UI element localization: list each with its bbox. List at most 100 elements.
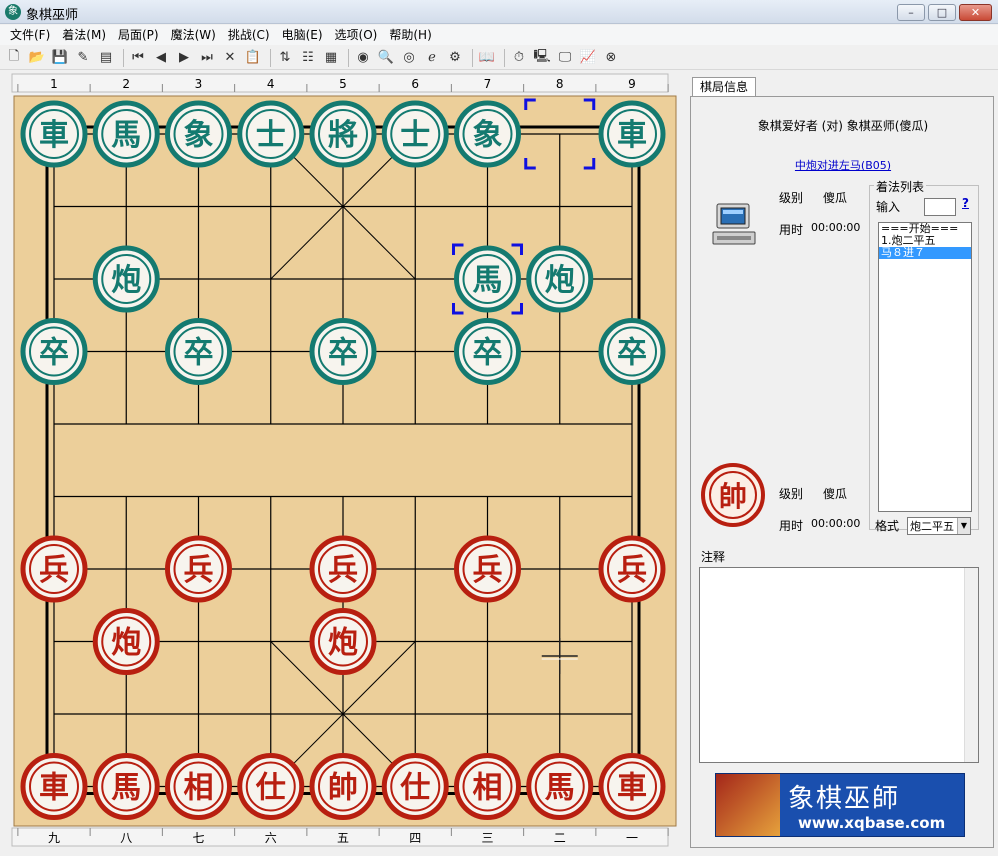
- timer-icon[interactable]: ⏱: [509, 48, 529, 68]
- menu-item-2[interactable]: 局面(P): [112, 25, 165, 45]
- green-piece[interactable]: 卒: [20, 318, 88, 385]
- red-piece[interactable]: 車: [598, 753, 666, 820]
- red-piece[interactable]: 炮: [309, 608, 377, 675]
- piece-char: 兵: [617, 553, 647, 588]
- piece-char: 炮: [545, 263, 575, 298]
- notes-label: 注释: [701, 550, 726, 564]
- opening-link[interactable]: 中炮对进左马(B05): [691, 157, 995, 173]
- menu-item-1[interactable]: 着法(M): [56, 25, 112, 45]
- bottom-file-label: 五: [337, 831, 349, 845]
- green-piece[interactable]: 馬: [92, 100, 160, 168]
- bottom-file-label: 八: [120, 831, 132, 845]
- red-piece[interactable]: 兵: [454, 535, 521, 603]
- top-file-label: 4: [267, 77, 275, 91]
- edit-icon[interactable]: ✎: [73, 48, 93, 68]
- format-select[interactable]: 炮二平五 ▼: [907, 517, 971, 535]
- green-piece[interactable]: 士: [237, 100, 305, 168]
- top-time-label: 用时: [779, 223, 804, 237]
- green-piece[interactable]: 象: [454, 100, 521, 168]
- green-piece[interactable]: 將: [309, 100, 377, 168]
- move-list-item[interactable]: 马８进７: [879, 247, 971, 259]
- green-piece[interactable]: 象: [165, 100, 232, 168]
- green-piece[interactable]: 車: [598, 100, 666, 168]
- moves-list[interactable]: ===开始=== 1.炮二平五 马８进７: [878, 222, 972, 512]
- properties-icon[interactable]: ▤: [96, 48, 116, 68]
- green-piece[interactable]: 卒: [309, 318, 377, 385]
- tab-game-info[interactable]: 棋局信息: [692, 77, 756, 97]
- computer-icon[interactable]: 🖳: [532, 48, 552, 68]
- paste-icon[interactable]: 📋: [243, 48, 263, 68]
- red-piece[interactable]: 兵: [309, 535, 377, 603]
- first-move-icon[interactable]: ⏮: [128, 48, 148, 68]
- close-button[interactable]: ✕: [959, 4, 992, 21]
- open-icon[interactable]: 📂: [27, 48, 47, 68]
- notes-textarea[interactable]: [699, 567, 979, 763]
- browser-icon[interactable]: ℯ: [422, 48, 442, 68]
- top-level-label: 级别: [779, 191, 804, 205]
- chevron-down-icon[interactable]: ▼: [957, 518, 970, 534]
- weibo-icon[interactable]: ◎: [399, 48, 419, 68]
- red-piece[interactable]: 仕: [237, 753, 305, 820]
- next-move-icon[interactable]: ▶: [174, 48, 194, 68]
- flip-board-icon[interactable]: ⇅: [275, 48, 295, 68]
- green-piece[interactable]: 馬: [454, 245, 521, 313]
- red-piece[interactable]: 仕: [381, 753, 449, 820]
- red-piece[interactable]: 兵: [20, 535, 88, 603]
- piece-char: 卒: [473, 336, 503, 371]
- red-piece[interactable]: 車: [20, 753, 88, 820]
- toolbar: 🗋 📂 💾 ✎ ▤ ⏮ ◀ ▶ ⏭ ✕ 📋 ⇅ ☷ ▦ ◉ 🔍 ◎ ℯ ⚙ 📖 ⏱ 🖳 🖵 📈 ⊗: [0, 46, 998, 70]
- settings-icon[interactable]: ⚙: [445, 48, 465, 68]
- menu-item-3[interactable]: 魔法(W): [165, 25, 222, 45]
- book-icon[interactable]: 📖: [477, 48, 497, 68]
- prev-move-icon[interactable]: ◀: [151, 48, 171, 68]
- piece-char: 車: [617, 771, 647, 806]
- colors-icon[interactable]: ◉: [353, 48, 373, 68]
- green-piece[interactable]: 車: [20, 100, 88, 168]
- top-file-label: 6: [411, 77, 419, 91]
- tree-icon[interactable]: ☷: [298, 48, 318, 68]
- notes-scrollbar[interactable]: [964, 568, 978, 762]
- red-piece[interactable]: 相: [454, 753, 521, 820]
- save-icon[interactable]: 💾: [50, 48, 70, 68]
- menu-item-5[interactable]: 电脑(E): [276, 25, 329, 45]
- delete-icon[interactable]: ✕: [220, 48, 240, 68]
- moves-legend: 着法列表: [874, 178, 927, 195]
- menu-item-6[interactable]: 选项(O): [329, 25, 384, 45]
- grid-icon[interactable]: ▦: [321, 48, 341, 68]
- maximize-button[interactable]: □: [928, 4, 956, 21]
- piece-char: 車: [39, 118, 69, 153]
- new-icon[interactable]: 🗋: [4, 48, 24, 68]
- green-piece[interactable]: 士: [381, 100, 449, 168]
- green-piece[interactable]: 卒: [598, 318, 666, 385]
- red-piece[interactable]: 兵: [598, 535, 666, 603]
- menu-item-7[interactable]: 帮助(H): [383, 25, 437, 45]
- red-piece[interactable]: 相: [165, 753, 232, 820]
- help-link[interactable]: ?: [962, 196, 969, 210]
- banner-url: www.xqbase.com: [798, 814, 946, 832]
- green-piece[interactable]: 炮: [92, 245, 160, 313]
- green-piece[interactable]: 炮: [526, 245, 594, 313]
- red-piece[interactable]: 馬: [526, 753, 594, 820]
- red-piece[interactable]: 帥: [309, 753, 377, 820]
- piece-char: 象: [473, 118, 503, 153]
- format-select-value: 炮二平五: [910, 520, 954, 533]
- chess-board-area[interactable]: 123456789九八七六五四三二一車馬象士將士象車炮馬炮卒卒卒卒卒兵兵兵兵兵炮…: [0, 72, 680, 856]
- green-piece[interactable]: 卒: [454, 318, 521, 385]
- stop-icon[interactable]: ⊗: [601, 48, 621, 68]
- search-icon[interactable]: 🔍: [376, 48, 396, 68]
- move-input[interactable]: [924, 198, 956, 216]
- xiangqi-board[interactable]: 1 2 3 4 5 6 7 8 9九八七六五四三二一車馬象士將士象車炮馬炮卒卒卒卒卒兵兵兵兵兵炮…: [0, 72, 680, 856]
- menu-item-4[interactable]: 挑战(C): [222, 25, 276, 45]
- minimize-button[interactable]: –: [897, 4, 925, 21]
- chart-icon[interactable]: 📈: [578, 48, 598, 68]
- monitor-icon[interactable]: 🖵: [555, 48, 575, 68]
- toolbar-separator: [348, 48, 349, 67]
- red-piece[interactable]: 兵: [165, 535, 232, 603]
- menu-item-0[interactable]: 文件(F): [4, 25, 56, 45]
- title-bar[interactable]: 象 象棋巫师 – □ ✕: [0, 0, 998, 24]
- green-piece[interactable]: 卒: [165, 318, 232, 385]
- xqbase-banner[interactable]: 象棋巫師 www.xqbase.com: [715, 773, 965, 837]
- red-piece[interactable]: 炮: [92, 608, 160, 675]
- red-piece[interactable]: 馬: [92, 753, 160, 820]
- last-move-icon[interactable]: ⏭: [197, 48, 217, 68]
